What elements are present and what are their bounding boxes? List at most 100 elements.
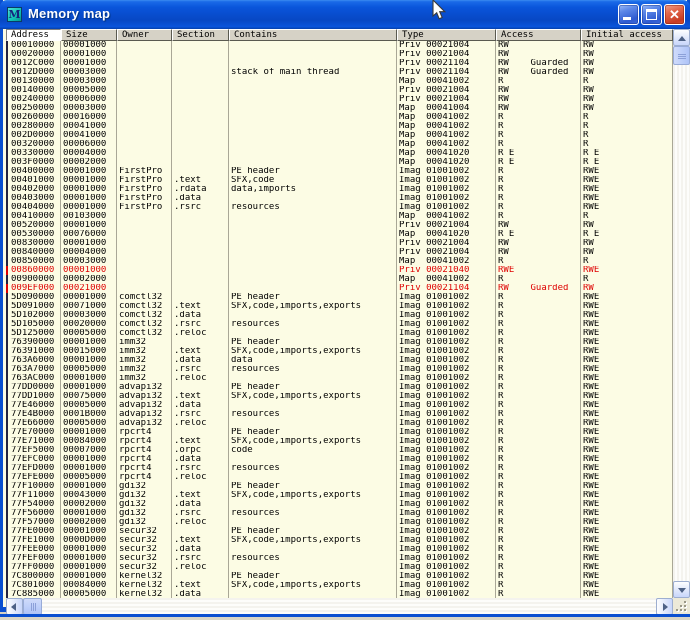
table-row[interactable]: 0040000000001000FirstProPE headerImag 01… <box>6 167 673 176</box>
table-row[interactable]: 5D09100000071000comctl32.textSFX,code,im… <box>6 302 673 311</box>
table-row[interactable]: 0028000000041000Map 00041002RR <box>6 122 673 131</box>
table-row[interactable]: 0014000000005000Priv 00021004RWRW <box>6 86 673 95</box>
cell-type: Imag 01001002 <box>397 554 496 563</box>
table-row[interactable]: 0012D00000003000stack of main threadPriv… <box>6 68 673 77</box>
table-row[interactable]: 77E6600000005000advapi32.relocImag 01001… <box>6 419 673 428</box>
cell-owner: comctl32 <box>117 302 172 311</box>
title-bar[interactable]: M Memory map ✕ <box>0 0 690 29</box>
cell-type: Imag 01001002 <box>397 320 496 329</box>
table-row[interactable]: 77EF500000007000rpcrt4.orpccodeImag 0100… <box>6 446 673 455</box>
cell-size: 00002000 <box>61 518 117 527</box>
table-row[interactable]: 77FEE00000001000secur32.dataImag 0100100… <box>6 545 673 554</box>
table-row[interactable]: 0085000000003000Map 00041002RR <box>6 257 673 266</box>
table-row[interactable]: 5D12500000005000comctl32.relocImag 01001… <box>6 329 673 338</box>
table-row[interactable]: 0052000000001000Priv 00021004RWRW <box>6 221 673 230</box>
table-row[interactable]: 77E4600000005000advapi32.dataImag 010010… <box>6 401 673 410</box>
resize-grip[interactable] <box>673 598 690 615</box>
table-row[interactable]: 77DD000000001000advapi32PE headerImag 01… <box>6 383 673 392</box>
table-row[interactable]: 77F1100000043000gdi32.textSFX,code,impor… <box>6 491 673 500</box>
column-header-initial-access[interactable]: Initial access <box>581 29 673 41</box>
table-row[interactable]: 77FEF00000001000secur32.rsrcresourcesIma… <box>6 554 673 563</box>
table-row[interactable]: 763A600000001000imm32.datadataImag 01001… <box>6 356 673 365</box>
table-row[interactable]: 5D09000000001000comctl32PE headerImag 01… <box>6 293 673 302</box>
column-header-section[interactable]: Section <box>172 29 229 41</box>
column-header-access[interactable]: Access <box>496 29 581 41</box>
table-row[interactable]: 77EFE00000005000rpcrt4.relocImag 0100100… <box>6 473 673 482</box>
table-row[interactable]: 0025000000003000Map 00041004RWRW <box>6 104 673 113</box>
table-row[interactable]: 0032000000006000Map 00041002RR <box>6 140 673 149</box>
table-row[interactable]: 763AC00000001000imm32.relocImag 01001002… <box>6 374 673 383</box>
column-header-address[interactable]: Address <box>6 29 61 41</box>
table-row[interactable]: 77EFD00000001000rpcrt4.rsrcresourcesImag… <box>6 464 673 473</box>
table-row[interactable]: 7C80000000001000kernel32PE headerImag 01… <box>6 572 673 581</box>
scroll-right-button[interactable] <box>656 598 673 615</box>
cell-size: 00003000 <box>61 311 117 320</box>
cell-access: RW <box>496 221 581 230</box>
table-row[interactable]: 77E7100000084000rpcrt4.textSFX,code,impo… <box>6 437 673 446</box>
table-row[interactable]: 0024000000006000Priv 00021004RWRW <box>6 95 673 104</box>
cell-address: 00860000 <box>6 266 61 275</box>
column-header-type[interactable]: Type <box>397 29 496 41</box>
horizontal-scroll-thumb[interactable] <box>23 598 42 615</box>
table-row[interactable]: 763A700000005000imm32.rsrcresourcesImag … <box>6 365 673 374</box>
scroll-left-button[interactable] <box>6 598 23 615</box>
vertical-scrollbar[interactable] <box>673 29 690 598</box>
minimize-button[interactable] <box>618 4 639 25</box>
cell-contains <box>229 131 397 140</box>
column-header-owner[interactable]: Owner <box>117 29 172 41</box>
vertical-scroll-thumb[interactable] <box>673 46 690 65</box>
scroll-up-button[interactable] <box>673 29 690 46</box>
table-row[interactable]: 7639000000001000imm32PE headerImag 01001… <box>6 338 673 347</box>
table-row[interactable]: 002D000000041000Map 00041002RR <box>6 131 673 140</box>
table-row[interactable]: 009EF00000021000Priv 00021104RW GuardedR… <box>6 284 673 293</box>
table-row[interactable]: 0012C00000001000Priv 00021104RW GuardedR… <box>6 59 673 68</box>
table-row[interactable]: 0040100000001000FirstPro.textSFX,codeIma… <box>6 176 673 185</box>
table-row[interactable]: 0041000000103000Map 00041002RR <box>6 212 673 221</box>
table-row[interactable]: 77F5400000002000gdi32.dataImag 01001002R… <box>6 500 673 509</box>
column-header-contains[interactable]: Contains <box>229 29 397 41</box>
table-row[interactable]: 7639100000015000imm32.textSFX,code,impor… <box>6 347 673 356</box>
table-row[interactable]: 0033000000004000Map 00041020R ER E <box>6 149 673 158</box>
scroll-down-button[interactable] <box>673 581 690 598</box>
table-row[interactable]: 77F1000000001000gdi32PE headerImag 01001… <box>6 482 673 491</box>
cell-initial-access: RWE <box>581 527 673 536</box>
horizontal-scrollbar[interactable] <box>6 598 673 615</box>
table-row[interactable]: 77FF000000001000secur32.relocImag 010010… <box>6 563 673 572</box>
table-row[interactable]: 0084000000004000Priv 00021004RWRW <box>6 248 673 257</box>
memory-map-icon[interactable]: M <box>7 7 22 22</box>
cell-contains <box>229 563 397 572</box>
cell-contains <box>229 374 397 383</box>
maximize-button[interactable] <box>641 4 662 25</box>
table-row[interactable]: 0026000000016000Map 00041002RR <box>6 113 673 122</box>
table-row[interactable]: 7C88500000005000kernel32.dataImag 010010… <box>6 590 673 598</box>
table-row[interactable]: 0040200000001000FirstPro.rdatadata,impor… <box>6 185 673 194</box>
table-row[interactable]: 77F5600000001000gdi32.rsrcresourcesImag … <box>6 509 673 518</box>
table-row[interactable]: 77FE000000001000secur32PE headerImag 010… <box>6 527 673 536</box>
table-row[interactable]: 5D10200000003000comctl32.dataImag 010010… <box>6 311 673 320</box>
table-row[interactable]: 77E7000000001000rpcrt4PE headerImag 0100… <box>6 428 673 437</box>
cell-owner: imm32 <box>117 365 172 374</box>
table-row[interactable]: 0013000000003000Map 00041002RR <box>6 77 673 86</box>
column-header-size[interactable]: Size <box>61 29 117 41</box>
cell-initial-access: RW <box>581 104 673 113</box>
table-row[interactable]: 0040400000001000FirstPro.rsrcresourcesIm… <box>6 203 673 212</box>
table-row[interactable]: 0001000000001000Priv 00021004RWRW <box>6 41 673 50</box>
close-button[interactable]: ✕ <box>664 4 685 25</box>
table-row[interactable]: 77E4B0000001B000advapi32.rsrcresourcesIm… <box>6 410 673 419</box>
table-row[interactable]: 0086000000001000Priv 00021040RWERWE <box>6 266 673 275</box>
table-row[interactable]: 77EFC00000001000rpcrt4.dataImag 01001002… <box>6 455 673 464</box>
table-row[interactable]: 77DD100000075000advapi32.textSFX,code,im… <box>6 392 673 401</box>
table-row[interactable]: 5D10500000020000comctl32.rsrcresourcesIm… <box>6 320 673 329</box>
table-row[interactable]: 0002000000001000Priv 00021004RWRW <box>6 50 673 59</box>
table-row[interactable]: 7C80100000084000kernel32.textSFX,code,im… <box>6 581 673 590</box>
cell-contains <box>229 95 397 104</box>
table-row[interactable]: 003F000000002000Map 00041020R ER E <box>6 158 673 167</box>
table-row[interactable]: 0040300000001000FirstPro.dataImag 010010… <box>6 194 673 203</box>
cell-access: R <box>496 212 581 221</box>
table-row[interactable]: 77F5700000002000gdi32.relocImag 01001002… <box>6 518 673 527</box>
table-row[interactable]: 0090000000002000Map 00041002RR <box>6 275 673 284</box>
cell-access: RW <box>496 41 581 50</box>
table-row[interactable]: 0083000000001000Priv 00021004RWRW <box>6 239 673 248</box>
table-row[interactable]: 0053000000076000Map 00041020R ER E <box>6 230 673 239</box>
table-row[interactable]: 77FE10000000D000secur32.textSFX,code,imp… <box>6 536 673 545</box>
